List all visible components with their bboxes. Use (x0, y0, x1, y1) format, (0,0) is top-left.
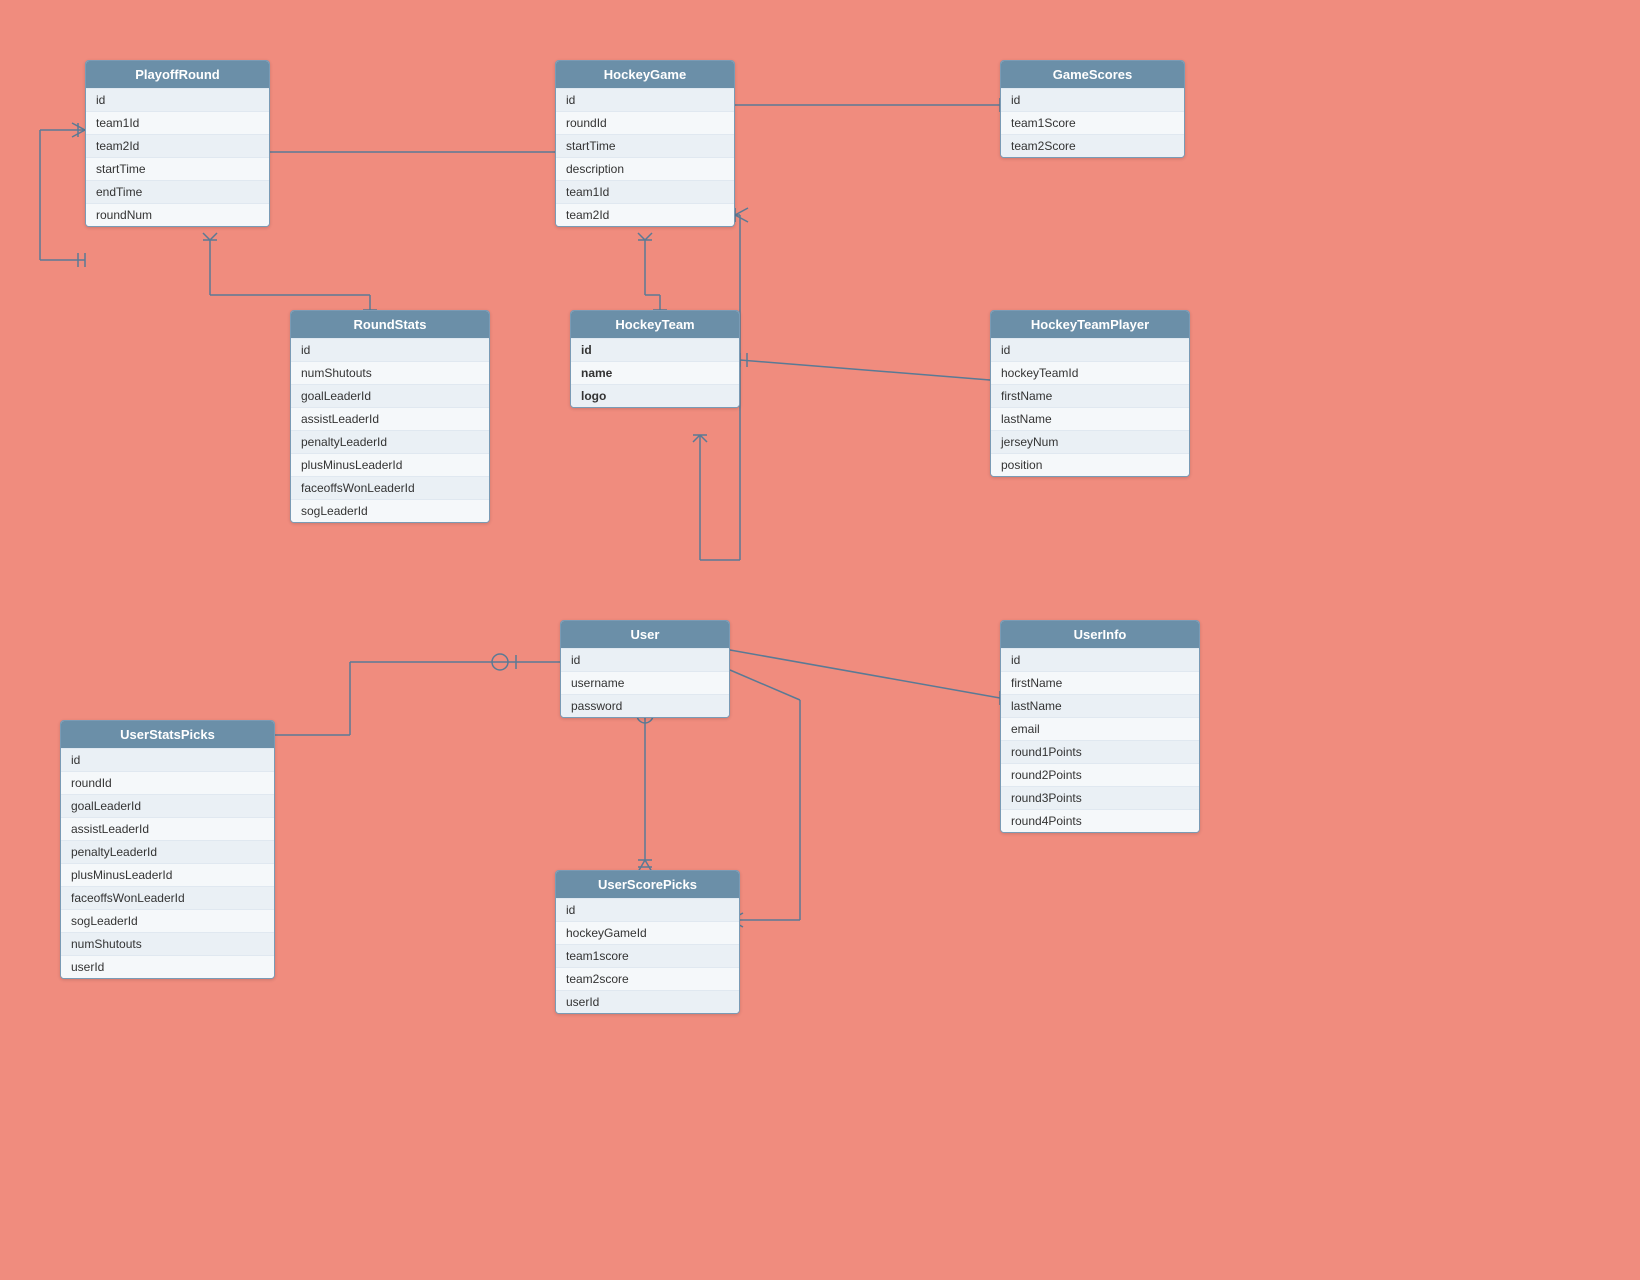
field-row: round1Points (1001, 740, 1199, 763)
field-row: goalLeaderId (61, 794, 274, 817)
table-hockey-game: HockeyGame id roundId startTime descript… (555, 60, 735, 227)
field-row: id (991, 338, 1189, 361)
field-row: round3Points (1001, 786, 1199, 809)
field-row: team1Score (1001, 111, 1184, 134)
field-row: sogLeaderId (61, 909, 274, 932)
field-row: roundId (61, 771, 274, 794)
field-row: firstName (991, 384, 1189, 407)
field-row: startTime (86, 157, 269, 180)
field-row: id (86, 88, 269, 111)
field-row: logo (571, 384, 739, 407)
field-row: penaltyLeaderId (291, 430, 489, 453)
field-row: id (556, 898, 739, 921)
field-row: round2Points (1001, 763, 1199, 786)
field-row: team2Id (86, 134, 269, 157)
field-row: description (556, 157, 734, 180)
table-header-hockey-game: HockeyGame (556, 61, 734, 88)
table-user-score-picks: UserScorePicks id hockeyGameId team1scor… (555, 870, 740, 1014)
table-header-round-stats: RoundStats (291, 311, 489, 338)
field-row: userId (556, 990, 739, 1013)
field-row: team2score (556, 967, 739, 990)
field-row: endTime (86, 180, 269, 203)
table-header-game-scores: GameScores (1001, 61, 1184, 88)
field-row: hockeyTeamId (991, 361, 1189, 384)
table-header-user-score-picks: UserScorePicks (556, 871, 739, 898)
field-row: goalLeaderId (291, 384, 489, 407)
table-user: User id username password (560, 620, 730, 718)
table-hockey-team-player: HockeyTeamPlayer id hockeyTeamId firstNa… (990, 310, 1190, 477)
field-row: startTime (556, 134, 734, 157)
field-row: id (561, 648, 729, 671)
field-row: numShutouts (291, 361, 489, 384)
field-row: plusMinusLeaderId (291, 453, 489, 476)
field-row: team1Id (86, 111, 269, 134)
field-row: team2Score (1001, 134, 1184, 157)
table-round-stats: RoundStats id numShutouts goalLeaderId a… (290, 310, 490, 523)
field-row: username (561, 671, 729, 694)
field-row: name (571, 361, 739, 384)
table-game-scores: GameScores id team1Score team2Score (1000, 60, 1185, 158)
field-row: sogLeaderId (291, 499, 489, 522)
field-row: email (1001, 717, 1199, 740)
field-row: id (61, 748, 274, 771)
field-row: jerseyNum (991, 430, 1189, 453)
field-row: team2Id (556, 203, 734, 226)
field-row: assistLeaderId (61, 817, 274, 840)
field-row: team1Id (556, 180, 734, 203)
field-row: id (1001, 648, 1199, 671)
table-user-info: UserInfo id firstName lastName email rou… (1000, 620, 1200, 833)
field-row: id (571, 338, 739, 361)
table-hockey-team: HockeyTeam id name logo (570, 310, 740, 408)
field-row: id (291, 338, 489, 361)
diagram-container: PlayoffRound id team1Id team2Id startTim… (0, 0, 1640, 1280)
field-row: lastName (991, 407, 1189, 430)
field-row: hockeyGameId (556, 921, 739, 944)
table-header-hockey-team-player: HockeyTeamPlayer (991, 311, 1189, 338)
table-header-playoff-round: PlayoffRound (86, 61, 269, 88)
field-row: firstName (1001, 671, 1199, 694)
field-row: team1score (556, 944, 739, 967)
field-row: id (1001, 88, 1184, 111)
field-row: penaltyLeaderId (61, 840, 274, 863)
table-header-user: User (561, 621, 729, 648)
table-header-hockey-team: HockeyTeam (571, 311, 739, 338)
field-row: lastName (1001, 694, 1199, 717)
field-row: id (556, 88, 734, 111)
field-row: roundNum (86, 203, 269, 226)
table-header-user-stats-picks: UserStatsPicks (61, 721, 274, 748)
field-row: round4Points (1001, 809, 1199, 832)
field-row: assistLeaderId (291, 407, 489, 430)
field-row: faceoffsWonLeaderId (61, 886, 274, 909)
table-header-user-info: UserInfo (1001, 621, 1199, 648)
field-row: plusMinusLeaderId (61, 863, 274, 886)
table-playoff-round: PlayoffRound id team1Id team2Id startTim… (85, 60, 270, 227)
table-user-stats-picks: UserStatsPicks id roundId goalLeaderId a… (60, 720, 275, 979)
field-row: userId (61, 955, 274, 978)
field-row: password (561, 694, 729, 717)
field-row: numShutouts (61, 932, 274, 955)
field-row: roundId (556, 111, 734, 134)
field-row: faceoffsWonLeaderId (291, 476, 489, 499)
field-row: position (991, 453, 1189, 476)
